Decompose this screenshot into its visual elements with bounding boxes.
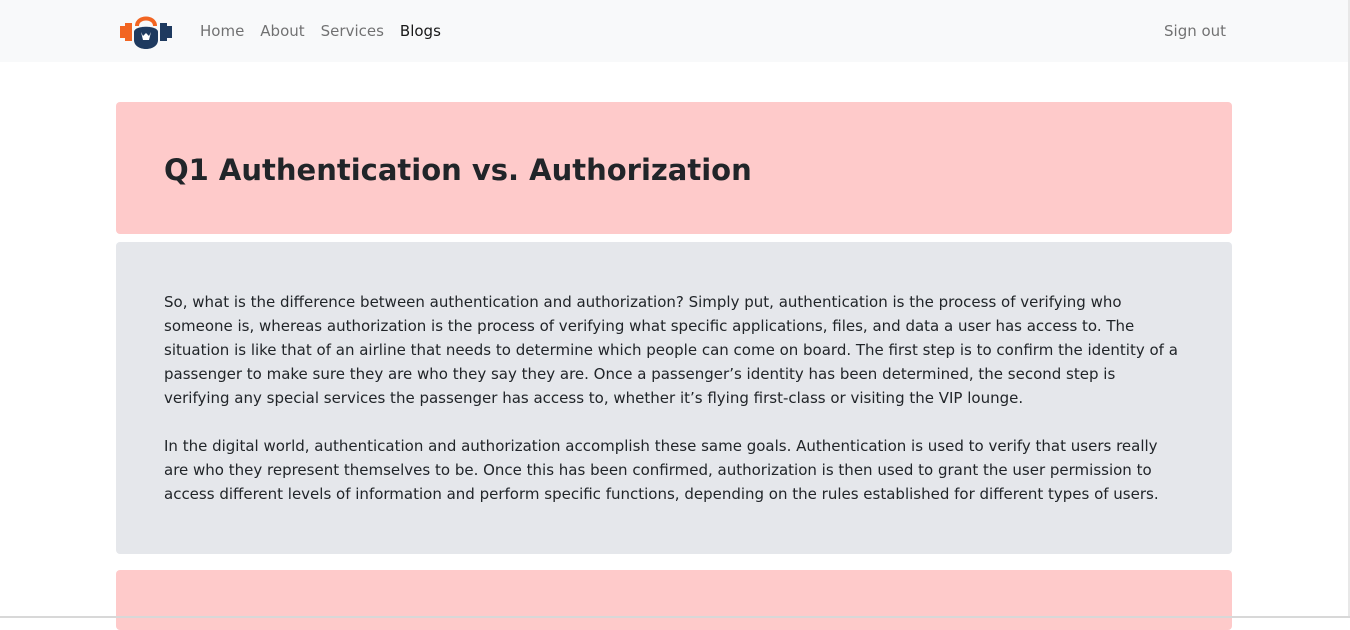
nav-services-link[interactable]: Services [321,21,384,41]
question-title: Q1 Authentication vs. Authorization [164,153,752,187]
navbar: Home About Services Blogs Sign out [0,0,1350,62]
answer-paragraph: In the digital world, authentication and… [164,437,1159,503]
question-header-card: Q1 Authentication vs. Authorization [116,102,1232,234]
signout-link[interactable]: Sign out [1164,21,1226,41]
nav-about-link[interactable]: About [260,21,304,41]
answer-paragraph: So, what is the difference between authe… [164,293,1178,407]
nav-blogs-link[interactable]: Blogs [400,21,441,41]
answer-card: So, what is the difference between authe… [116,242,1232,554]
nav-links: Home About Services Blogs [200,21,457,41]
next-question-card [116,570,1232,630]
nav-home-link[interactable]: Home [200,21,244,41]
kettlebell-dumbbell-logo-icon[interactable] [118,12,174,50]
